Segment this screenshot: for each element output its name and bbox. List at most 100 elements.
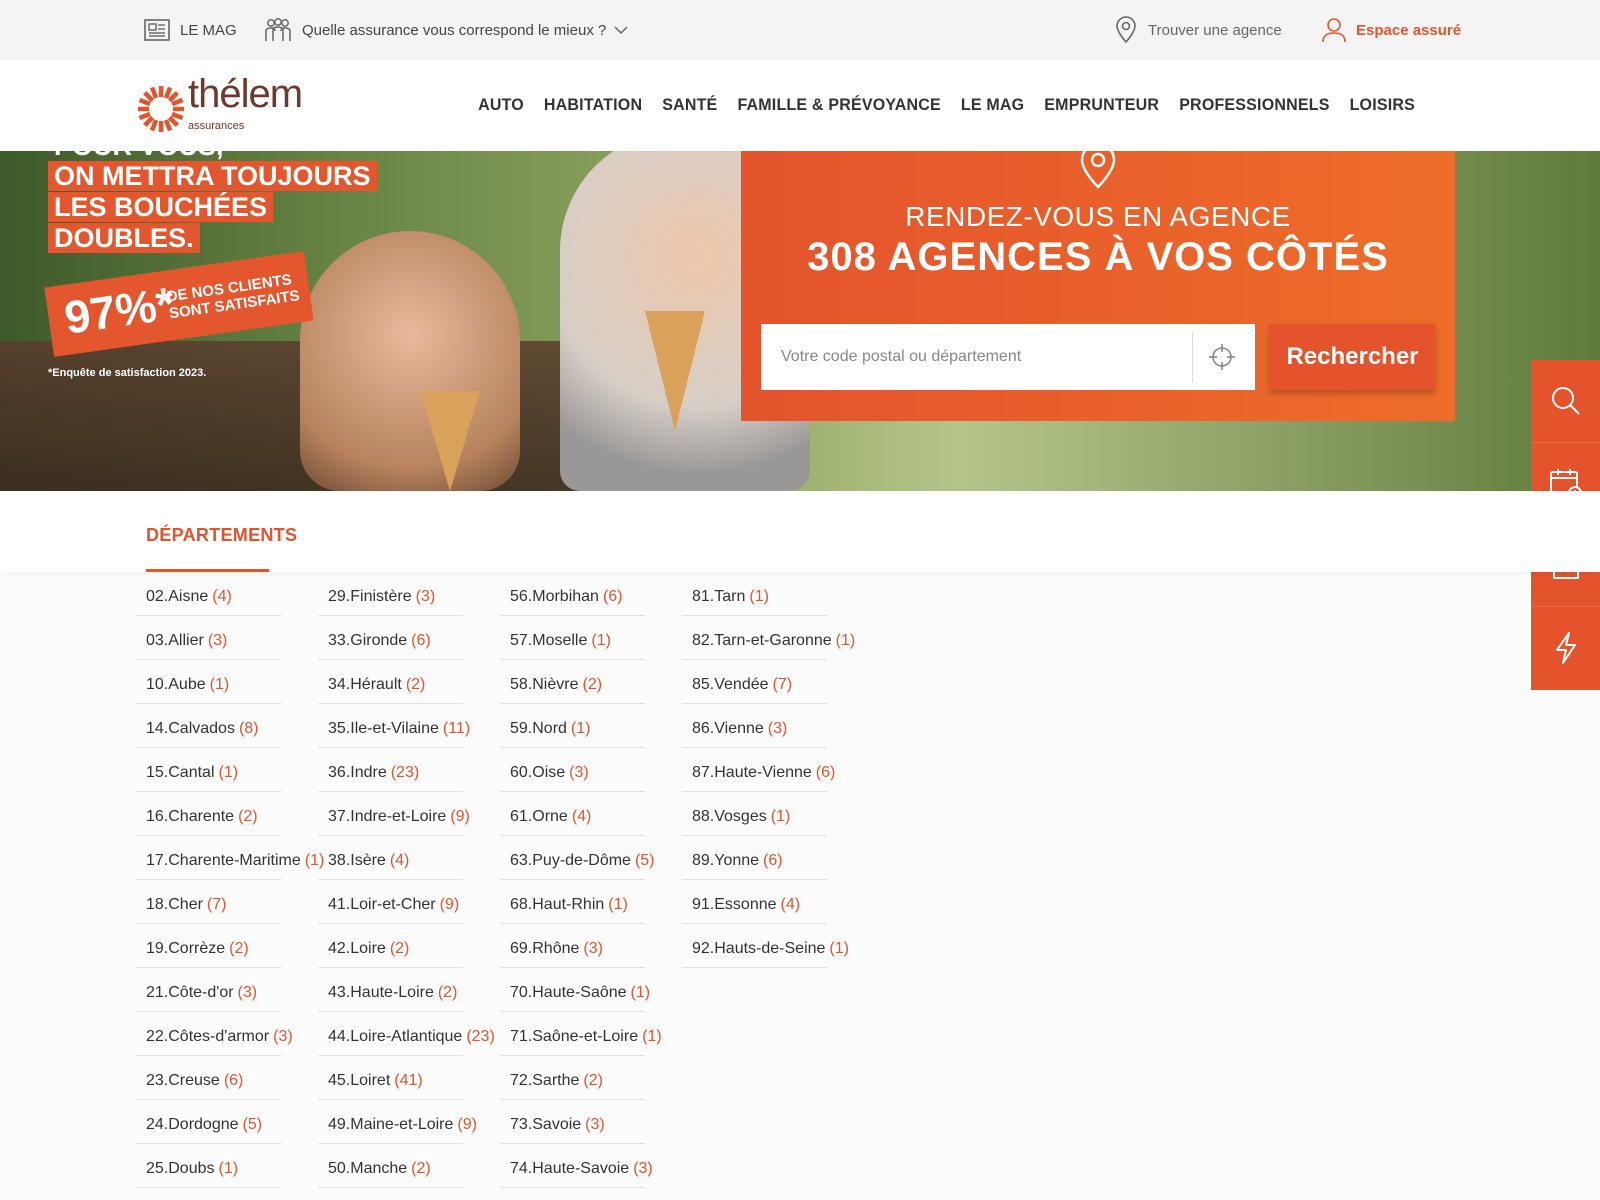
departement-name: 33.Gironde	[328, 632, 408, 649]
trouver-agence-link[interactable]: Trouver une agence	[1114, 0, 1282, 60]
departement-link[interactable]: 50.Manche (2)	[318, 1144, 463, 1188]
user-icon	[1322, 18, 1346, 43]
agency-count: (2)	[582, 676, 603, 693]
departement-link[interactable]: 21.Côte-d'or (3)	[136, 968, 281, 1012]
departement-link[interactable]: 29.Finistère (3)	[318, 572, 463, 616]
nav-le-mag[interactable]: LE MAG	[961, 96, 1024, 115]
departement-link[interactable]: 45.Loiret (41)	[318, 1056, 463, 1100]
departement-label: 03.Allier (3)	[146, 632, 227, 650]
departement-label: 34.Hérault (2)	[328, 676, 425, 694]
departement-link[interactable]: 72.Sarthe (2)	[500, 1056, 645, 1100]
departement-link[interactable]: 82.Tarn-et-Garonne (1)	[682, 616, 855, 660]
departement-link[interactable]: 02.Aisne (4)	[136, 572, 281, 616]
departement-label: 82.Tarn-et-Garonne (1)	[692, 632, 855, 650]
departement-name: 25.Doubs	[146, 1160, 215, 1177]
postal-code-input[interactable]	[761, 324, 1191, 390]
departement-link[interactable]: 86.Vienne (3)	[682, 704, 827, 748]
departement-label: 92.Hauts-de-Seine (1)	[692, 940, 849, 958]
departement-link[interactable]: 25.Doubs (1)	[136, 1144, 281, 1188]
departement-link[interactable]: 85.Vendée (7)	[682, 660, 827, 704]
departement-link[interactable]: 91.Essonne (4)	[682, 880, 827, 924]
departement-link[interactable]: 37.Indre-et-Loire (9)	[318, 792, 470, 836]
departement-link[interactable]: 71.Saône-et-Loire (1)	[500, 1012, 662, 1056]
people-icon	[265, 18, 291, 41]
agency-count: (2)	[389, 940, 410, 957]
nav-sante[interactable]: SANTÉ	[662, 96, 717, 115]
departement-link[interactable]: 70.Haute-Saône (1)	[500, 968, 650, 1012]
rechercher-button[interactable]: Rechercher	[1270, 324, 1435, 390]
departement-link[interactable]: 22.Côtes-d'armor (3)	[136, 1012, 293, 1056]
departement-link[interactable]: 10.Aube (1)	[136, 660, 281, 704]
departement-link[interactable]: 88.Vosges (1)	[682, 792, 827, 836]
le-mag-link[interactable]: LE MAG	[144, 0, 237, 60]
logo-wordmark: thélem	[188, 72, 303, 116]
agency-count: (2)	[405, 676, 426, 693]
departement-label: 57.Moselle (1)	[510, 632, 611, 650]
departement-link[interactable]: 89.Yonne (6)	[682, 836, 827, 880]
departement-link[interactable]: 63.Puy-de-Dôme (5)	[500, 836, 655, 880]
departement-name: 70.Haute-Saône	[510, 984, 627, 1001]
departement-link[interactable]: 16.Charente (2)	[136, 792, 281, 836]
departement-link[interactable]: 60.Oise (3)	[500, 748, 645, 792]
departement-label: 87.Haute-Vienne (6)	[692, 764, 835, 782]
departements-list: 02.Aisne (4) 03.Allier (3) 10.Aube (1) 14.Calv…	[0, 572, 1600, 1200]
nav-emprunteur[interactable]: EMPRUNTEUR	[1044, 96, 1159, 115]
departement-link[interactable]: 49.Maine-et-Loire (9)	[318, 1100, 477, 1144]
departement-label: 29.Finistère (3)	[328, 588, 435, 606]
departement-link[interactable]: 18.Cher (7)	[136, 880, 281, 924]
departement-link[interactable]: 56.Morbihan (6)	[500, 572, 645, 616]
departement-link[interactable]: 87.Haute-Vienne (6)	[682, 748, 835, 792]
quelle-assurance-dropdown[interactable]: Quelle assurance vous correspond le mieu…	[264, 0, 628, 60]
departement-label: 21.Côte-d'or (3)	[146, 984, 257, 1002]
departement-link[interactable]: 69.Rhône (3)	[500, 924, 645, 968]
nav-loisirs[interactable]: LOISIRS	[1350, 96, 1415, 115]
agency-count: (1)	[218, 1160, 239, 1177]
departement-link[interactable]: 59.Nord (1)	[500, 704, 645, 748]
departement-link[interactable]: 74.Haute-Savoie (3)	[500, 1144, 653, 1188]
thelem-logo[interactable]: thélem assurances	[136, 72, 316, 138]
utility-bar: LE MAG Quelle assurance vous correspond …	[0, 0, 1600, 60]
departement-name: 38.Isère	[328, 852, 386, 869]
location-pin-icon	[1080, 143, 1116, 189]
agency-count: (4)	[212, 588, 232, 605]
departement-link[interactable]: 03.Allier (3)	[136, 616, 281, 660]
departement-link[interactable]: 44.Loire-Atlantique (23)	[318, 1012, 495, 1056]
departement-link[interactable]: 34.Hérault (2)	[318, 660, 463, 704]
departement-link[interactable]: 36.Indre (23)	[318, 748, 463, 792]
nav-famille-prevoyance[interactable]: FAMILLE & PRÉVOYANCE	[737, 96, 940, 115]
tab-departements[interactable]: DÉPARTEMENTS	[146, 525, 297, 546]
espace-assure-link[interactable]: Espace assuré	[1322, 0, 1461, 60]
departement-link[interactable]: 33.Gironde (6)	[318, 616, 463, 660]
departement-link[interactable]: 42.Loire (2)	[318, 924, 463, 968]
departement-name: 85.Vendée	[692, 676, 769, 693]
departement-link[interactable]: 19.Corrèze (2)	[136, 924, 281, 968]
departement-link[interactable]: 15.Cantal (1)	[136, 748, 281, 792]
departement-link[interactable]: 92.Hauts-de-Seine (1)	[682, 924, 849, 968]
departement-link[interactable]: 68.Haut-Rhin (1)	[500, 880, 645, 924]
departement-link[interactable]: 43.Haute-Loire (2)	[318, 968, 463, 1012]
departement-link[interactable]: 41.Loir-et-Cher (9)	[318, 880, 463, 924]
departement-link[interactable]: 73.Savoie (3)	[500, 1100, 645, 1144]
departement-link[interactable]: 35.Ile-et-Vilaine (11)	[318, 704, 470, 748]
departement-link[interactable]: 17.Charente-Maritime (1)	[136, 836, 324, 880]
crosshair-icon[interactable]	[1207, 342, 1237, 372]
agency-count: (2)	[583, 1072, 603, 1089]
sidebar-search-button[interactable]	[1531, 360, 1600, 442]
departement-link[interactable]: 57.Moselle (1)	[500, 616, 645, 660]
departement-label: 56.Morbihan (6)	[510, 588, 623, 606]
nav-auto[interactable]: AUTO	[478, 96, 524, 115]
departement-link[interactable]: 24.Dordogne (5)	[136, 1100, 281, 1144]
departement-label: 91.Essonne (4)	[692, 896, 800, 914]
agency-count: (9)	[457, 1116, 477, 1133]
nav-professionnels[interactable]: PROFESSIONNELS	[1179, 96, 1329, 115]
nav-habitation[interactable]: HABITATION	[544, 96, 642, 115]
departement-link[interactable]: 14.Calvados (8)	[136, 704, 281, 748]
departement-link[interactable]: 58.Nièvre (2)	[500, 660, 645, 704]
departement-link[interactable]: 38.Isère (4)	[318, 836, 463, 880]
departement-link[interactable]: 61.Orne (4)	[500, 792, 645, 836]
slogan-partial-line: POUR VOUS,	[54, 151, 224, 162]
departement-link[interactable]: 23.Creuse (6)	[136, 1056, 281, 1100]
departement-name: 82.Tarn-et-Garonne	[692, 632, 832, 649]
departement-link[interactable]: 81.Tarn (1)	[682, 572, 827, 616]
departement-label: 42.Loire (2)	[328, 940, 409, 958]
